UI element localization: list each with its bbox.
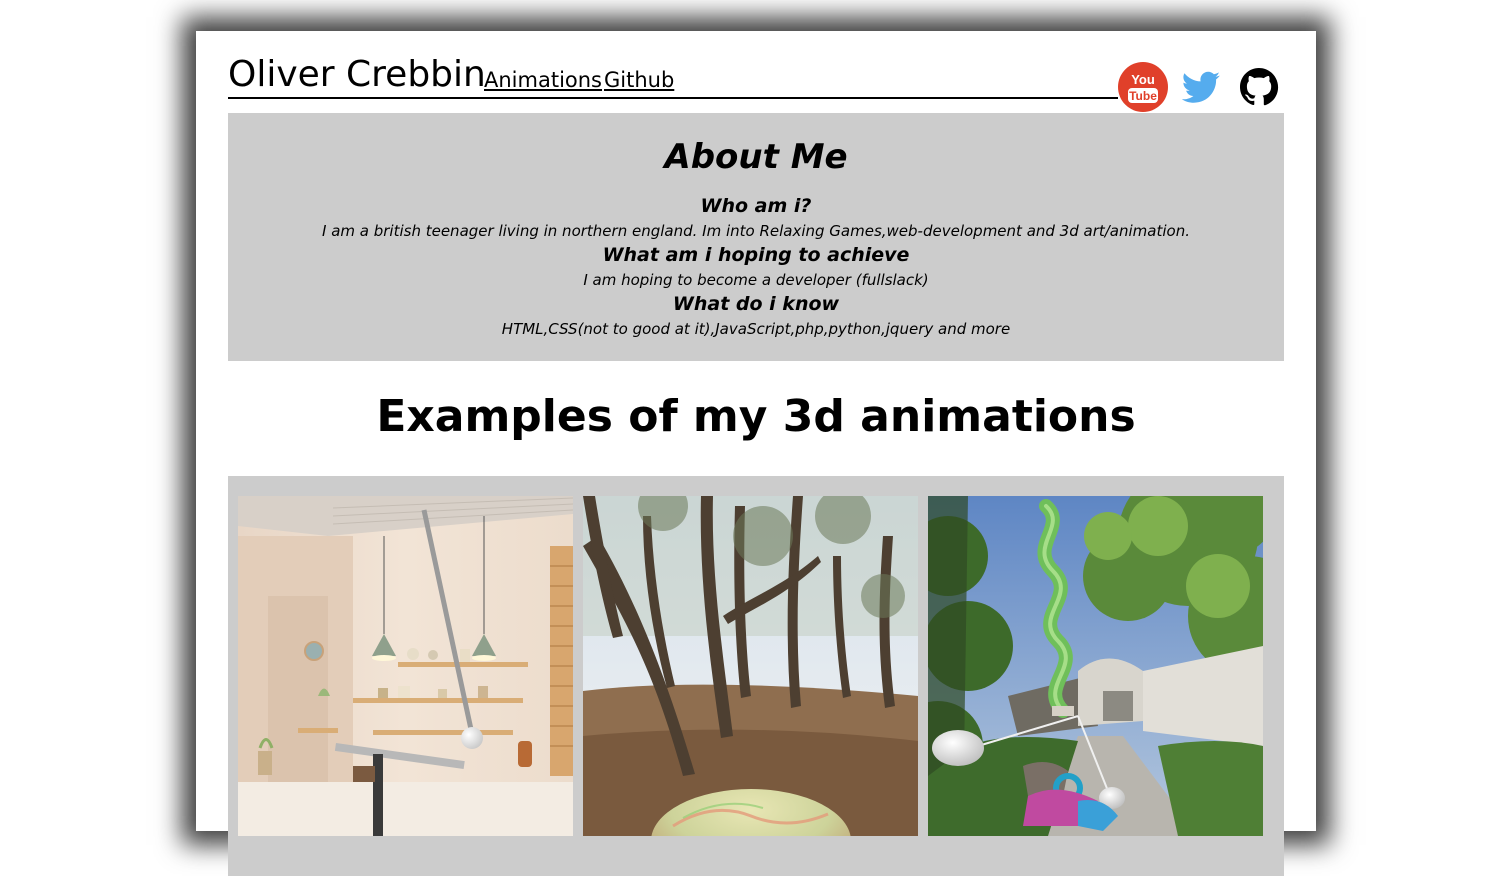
social-links: You Tube xyxy=(1118,62,1284,113)
about-question-who: Who am i? xyxy=(700,195,812,217)
kitchen-scene-image xyxy=(238,496,573,836)
youtube-icon: You Tube xyxy=(1118,62,1168,112)
about-answer-know: HTML,CSS(not to good at it),JavaScript,p… xyxy=(501,320,1011,338)
twitter-link[interactable] xyxy=(1176,62,1226,112)
about-section: About Me Who am i? I am a british teenag… xyxy=(228,113,1284,361)
twitter-icon xyxy=(1181,71,1220,103)
site-brand: Oliver Crebbin xyxy=(228,54,486,95)
animation-thumbnail-garden[interactable] xyxy=(928,496,1263,836)
forest-scene-image xyxy=(583,496,918,836)
about-answer-achieve: I am hoping to become a developer (fulls… xyxy=(583,271,929,289)
svg-text:You: You xyxy=(1131,72,1155,87)
page-card: Oliver Crebbin Animations Github You Tub… xyxy=(196,31,1316,876)
nav-link-github[interactable]: Github xyxy=(604,67,674,93)
nav-link-animations[interactable]: Animations xyxy=(484,67,602,93)
animation-gallery xyxy=(228,476,1284,876)
animation-thumbnail-kitchen[interactable] xyxy=(238,496,573,836)
examples-title: Examples of my 3d animations xyxy=(376,391,1136,442)
about-question-achieve: What am i hoping to achieve xyxy=(602,244,910,266)
about-question-know: What do i know xyxy=(672,293,840,315)
about-title: About Me xyxy=(664,137,848,177)
garden-scene-image xyxy=(928,496,1263,836)
about-answer-who: I am a british teenager living in northe… xyxy=(322,222,1190,240)
github-link[interactable] xyxy=(1234,62,1284,112)
svg-text:Tube: Tube xyxy=(1129,89,1157,103)
youtube-link[interactable]: You Tube xyxy=(1118,62,1168,112)
github-icon xyxy=(1240,68,1279,106)
animation-thumbnail-forest[interactable] xyxy=(583,496,918,836)
